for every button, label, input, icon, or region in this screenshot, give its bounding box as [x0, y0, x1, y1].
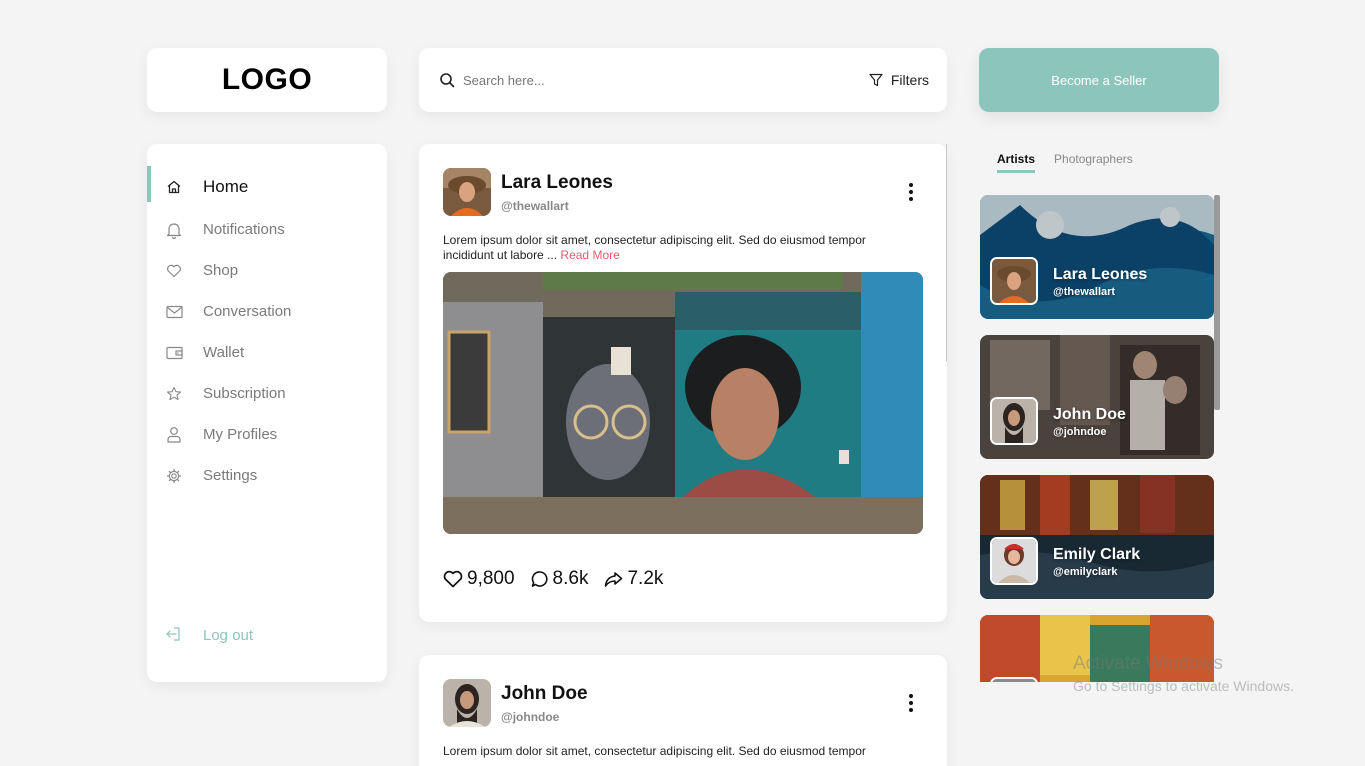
artist-card[interactable]: Lara Leones @thewallart	[980, 195, 1214, 319]
share-button[interactable]: 7.2k	[604, 568, 663, 590]
filters-label: Filters	[890, 72, 929, 88]
sidebar-item-subscription[interactable]: Subscription	[147, 373, 387, 414]
post-text: Lorem ipsum dolor sit amet, consectetur …	[443, 744, 913, 759]
feed-scrollbar[interactable]	[946, 144, 947, 362]
like-count: 9,800	[467, 568, 515, 589]
avatar	[990, 397, 1038, 445]
post-image[interactable]	[443, 272, 923, 534]
share-count: 7.2k	[627, 568, 664, 589]
sidebar-item-settings[interactable]: Settings	[147, 455, 387, 496]
avatar	[990, 677, 1038, 682]
watermark-title: Activate Windows	[1073, 653, 1223, 674]
sidebar-item-shop[interactable]: Shop	[147, 250, 387, 291]
activation-watermark: Activate Windows Go to Settings to activ…	[1073, 653, 1294, 694]
post-text: Lorem ipsum dolor sit amet, consectetur …	[443, 233, 913, 263]
post-stats: 9,800 8.6k 7.2k	[443, 568, 923, 590]
sidebar-item-label: Settings	[203, 467, 258, 484]
watermark-subtitle: Go to Settings to activate Windows.	[1073, 678, 1294, 694]
heart-icon	[165, 262, 183, 280]
logout-icon	[165, 626, 183, 644]
author-handle[interactable]: @johndoe	[501, 710, 899, 724]
artist-list: Lara Leones @thewallart John Doe @johndo…	[980, 195, 1220, 682]
post-author: Lara Leones @thewallart	[501, 172, 899, 213]
more-vertical-icon	[909, 694, 913, 712]
logout-label: Log out	[203, 626, 254, 644]
avatar	[990, 257, 1038, 305]
search-bar: Filters	[419, 48, 947, 112]
artist-handle: @emilyclark	[1053, 566, 1118, 578]
star-icon	[165, 385, 183, 403]
logo[interactable]: LOGO	[222, 63, 312, 97]
bell-icon	[165, 221, 183, 239]
artist-name: Emily Clark	[1053, 546, 1141, 563]
more-options-button[interactable]	[899, 691, 923, 715]
artist-info: Lara Leones @thewallart	[1053, 266, 1147, 298]
tab-artists[interactable]: Artists	[997, 152, 1036, 173]
artist-card[interactable]: John Doe @johndoe	[980, 335, 1214, 459]
post-header: Lara Leones @thewallart	[443, 168, 923, 216]
comment-icon	[531, 571, 548, 587]
artist-name: John Doe	[1053, 406, 1126, 423]
artist-card[interactable]: Emily Clark @emilyclark	[980, 475, 1214, 599]
become-seller-button[interactable]: Become a Seller	[979, 48, 1219, 112]
author-handle[interactable]: @thewallart	[501, 199, 899, 213]
sidebar-item-label: Home	[203, 176, 249, 196]
logo-card[interactable]: LOGO	[147, 48, 387, 112]
mail-icon	[165, 303, 183, 321]
gear-icon	[165, 467, 183, 485]
more-vertical-icon	[909, 183, 913, 201]
avatar	[990, 537, 1038, 585]
post-card: John Doe @johndoe Lorem ipsum dolor sit …	[419, 655, 947, 766]
artist-handle: @thewallart	[1053, 286, 1116, 298]
avatar[interactable]	[443, 679, 491, 727]
artist-info: Emily Clark @emilyclark	[1053, 546, 1140, 578]
wallet-icon	[165, 344, 183, 362]
share-icon	[605, 571, 623, 587]
author-name[interactable]: Lara Leones	[501, 172, 899, 194]
sidebar-item-label: Conversation	[203, 303, 292, 320]
post-body: Lorem ipsum dolor sit amet, consectetur …	[443, 744, 866, 758]
sidebar-item-label: My Profiles	[203, 426, 278, 443]
comment-button[interactable]: 8.6k	[531, 568, 589, 590]
more-options-button[interactable]	[899, 180, 923, 204]
post-body: Lorem ipsum dolor sit amet, consectetur …	[443, 233, 866, 262]
sidebar-item-notifications[interactable]: Notifications	[147, 209, 387, 250]
filters-button[interactable]: Filters	[869, 72, 929, 88]
avatar[interactable]	[443, 168, 491, 216]
sidebar: Home Notifications Shop Conversation Wal…	[147, 144, 387, 682]
sidebar-item-label: Wallet	[203, 344, 245, 361]
author-name[interactable]: John Doe	[501, 683, 899, 705]
sidebar-item-label: Shop	[203, 262, 239, 279]
artist-tabs: Artists Photographers	[997, 152, 1133, 173]
artist-name: Lara Leones	[1053, 266, 1148, 283]
post-author: John Doe @johndoe	[501, 683, 899, 724]
sidebar-item-label: Notifications	[203, 221, 285, 238]
read-more-link[interactable]: Read More	[560, 248, 619, 262]
logout-button[interactable]: Log out	[165, 626, 253, 644]
artist-list-scrollbar[interactable]	[1214, 195, 1220, 410]
sidebar-item-wallet[interactable]: Wallet	[147, 332, 387, 373]
sidebar-item-conversation[interactable]: Conversation	[147, 291, 387, 332]
artist-info: John Doe @johndoe	[1053, 406, 1126, 438]
artist-handle: @johndoe	[1053, 426, 1107, 438]
sidebar-item-my-profiles[interactable]: My Profiles	[147, 414, 387, 455]
post-header: John Doe @johndoe	[443, 679, 923, 727]
search-input[interactable]	[463, 72, 869, 88]
user-icon	[165, 426, 183, 444]
post-card: Lara Leones @thewallart Lorem ipsum dolo…	[419, 144, 947, 622]
comment-count: 8.6k	[552, 568, 589, 589]
search-icon	[440, 73, 455, 88]
heart-icon	[443, 570, 463, 588]
sidebar-item-home[interactable]: Home	[147, 166, 387, 207]
tab-photographers[interactable]: Photographers	[1054, 152, 1133, 173]
home-icon	[165, 178, 183, 196]
filter-icon	[869, 73, 883, 87]
like-button[interactable]: 9,800	[443, 568, 515, 590]
sidebar-item-label: Subscription	[203, 385, 286, 402]
